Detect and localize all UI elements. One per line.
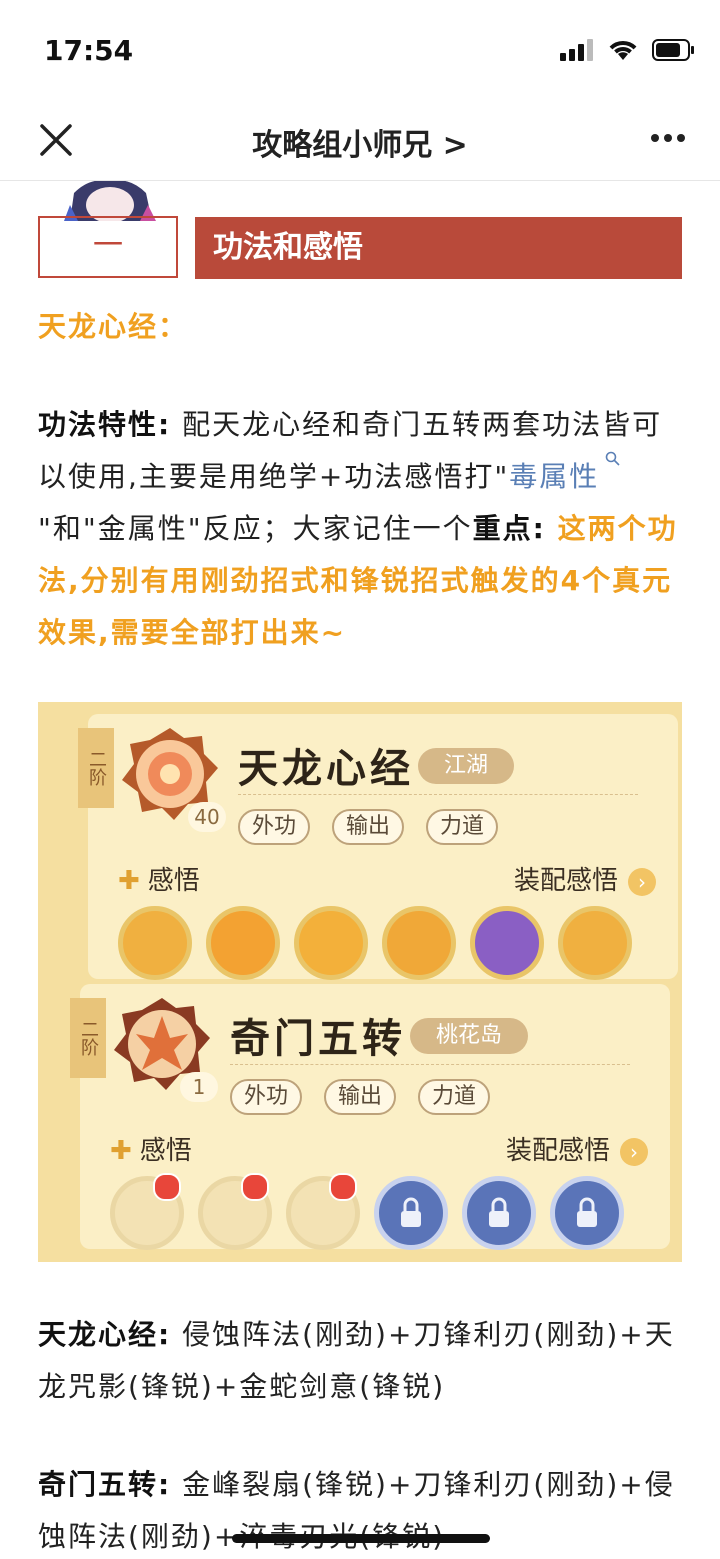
tier-badge: 二阶 xyxy=(70,998,106,1078)
skill-name: 天龙心经 xyxy=(238,745,414,792)
tag: 外功 xyxy=(238,809,311,845)
status-time: 17:54 xyxy=(44,34,134,67)
status-icons xyxy=(560,38,696,62)
skill-card-tianlong: 二阶 40 天龙心经 江湖 外功 输出 力道 ✚ 感悟 装配感悟 › xyxy=(78,714,678,980)
tag: 输出 xyxy=(324,1079,397,1115)
status-bar: 17:54 xyxy=(0,0,720,100)
key-point-label: 重点: xyxy=(472,512,546,545)
flame-icon xyxy=(153,1173,181,1201)
wisdom-slot-locked[interactable] xyxy=(550,1176,624,1250)
flame-icon xyxy=(241,1173,269,1201)
wisdom-slot-empty[interactable] xyxy=(110,1173,184,1250)
features-label: 功法特性: xyxy=(38,408,172,441)
divider xyxy=(230,1064,630,1065)
tag: 输出 xyxy=(332,809,405,845)
features-text-b: "和"金属性"反应；大家记住一个 xyxy=(38,512,473,545)
article-content: 一 功法和感悟 天龙心经： 功法特性: 配天龙心经和奇门五转两套功法皆可以使用,… xyxy=(0,181,720,1559)
wisdom-slots xyxy=(110,1173,624,1250)
flame-icon xyxy=(329,1173,357,1201)
poison-link[interactable]: 毒属性 xyxy=(509,460,599,493)
subheading-tianlong: 天龙心经： xyxy=(38,310,189,343)
chevron-right-icon: › xyxy=(628,868,656,896)
level-badge: 1 xyxy=(180,1072,218,1102)
wisdom-slots xyxy=(118,906,632,980)
section-number: 一 xyxy=(38,216,178,278)
lock-icon xyxy=(401,1197,421,1227)
tag-list: 外功 输出 力道 xyxy=(238,809,499,845)
wisdom-slot[interactable] xyxy=(470,906,544,980)
equip-wisdom-button[interactable]: 装配感悟 › xyxy=(506,1130,648,1167)
mascot-illustration xyxy=(64,181,156,221)
wisdom-slot-empty[interactable] xyxy=(198,1173,272,1250)
battery-icon xyxy=(652,39,694,61)
wifi-icon xyxy=(609,41,637,60)
tag-list: 外功 输出 力道 xyxy=(230,1079,491,1115)
skill-card-qimen: 二阶 1 奇门五转 桃花岛 外功 输出 力道 ✚ 感悟 装配感悟 › xyxy=(70,984,670,1250)
more-icon[interactable] xyxy=(650,126,686,150)
level-badge: 40 xyxy=(188,802,226,832)
section-title: 功法和感悟 xyxy=(195,217,682,279)
divider xyxy=(238,794,638,795)
chevron-right-icon: › xyxy=(620,1138,648,1166)
skill-name: 奇门五转 xyxy=(230,1015,406,1062)
wisdom-slot[interactable] xyxy=(118,906,192,980)
paragraph-qimen: 奇门五转: 金峰裂扇(锋锐)+刀锋利刃(刚劲)+侵蚀阵法(刚劲)+淬毒刃光(锋锐… xyxy=(38,1459,688,1559)
lock-icon xyxy=(489,1197,509,1227)
tag: 外功 xyxy=(230,1079,303,1115)
qimen-label: 奇门五转: xyxy=(38,1468,172,1501)
tier-badge: 二阶 xyxy=(78,728,114,808)
wisdom-slot[interactable] xyxy=(382,906,456,980)
wisdom-slot[interactable] xyxy=(206,906,280,980)
nav-bar: 攻略组小师兄 > xyxy=(0,100,720,181)
wisdom-slot-locked[interactable] xyxy=(374,1176,448,1250)
tag: 力道 xyxy=(418,1079,491,1115)
tianlong-label: 天龙心经: xyxy=(38,1318,172,1351)
equip-wisdom-button[interactable]: 装配感悟 › xyxy=(514,860,656,897)
wisdom-slot[interactable] xyxy=(294,906,368,980)
home-indicator[interactable] xyxy=(232,1534,490,1543)
paragraph-tianlong: 天龙心经: 侵蚀阵法(刚劲)+刀锋利刃(刚劲)+天龙咒影(锋锐)+金蛇剑意(锋锐… xyxy=(38,1309,688,1413)
wisdom-slot-empty[interactable] xyxy=(286,1173,360,1250)
wisdom-label: ✚ 感悟 xyxy=(118,866,200,896)
sect-badge: 桃花岛 xyxy=(410,1018,529,1054)
sect-badge: 江湖 xyxy=(418,748,515,784)
plus-icon: ✚ xyxy=(118,866,140,896)
tag: 力道 xyxy=(426,809,499,845)
lock-icon xyxy=(577,1197,597,1227)
wisdom-slot-locked[interactable] xyxy=(462,1176,536,1250)
paragraph-features: 功法特性: 配天龙心经和奇门五转两套功法皆可以使用,主要是用绝学+功法感悟打"毒… xyxy=(38,399,688,659)
signal-icon xyxy=(560,39,593,61)
wisdom-slot[interactable] xyxy=(558,906,632,980)
plus-icon: ✚ xyxy=(110,1136,132,1166)
search-icon[interactable] xyxy=(605,451,621,467)
game-screenshot: 二阶 40 天龙心经 江湖 外功 输出 力道 ✚ 感悟 装配感悟 › 二阶 1 … xyxy=(38,702,682,1262)
wisdom-label: ✚ 感悟 xyxy=(110,1136,192,1166)
account-title[interactable]: 攻略组小师兄 > xyxy=(0,120,720,164)
